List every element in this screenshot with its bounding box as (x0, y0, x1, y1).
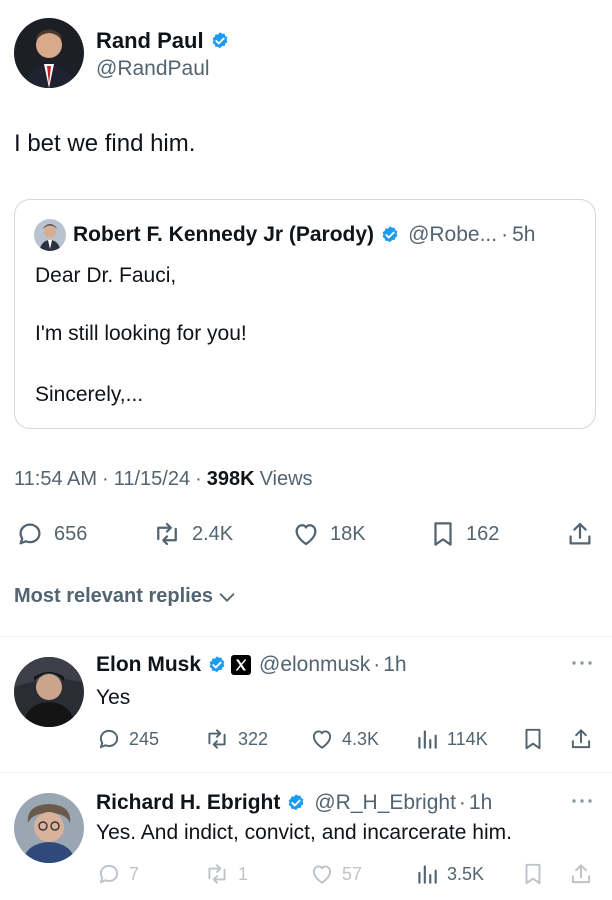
views-button[interactable]: 114K (414, 726, 488, 752)
bookmark-icon (525, 728, 541, 750)
separator-dot: · (458, 791, 466, 814)
tweet-text: I bet we find him. (14, 130, 196, 157)
views-icon (418, 730, 437, 749)
repost-button[interactable]: 2.4K (150, 519, 233, 549)
more-options-button[interactable] (570, 795, 594, 807)
bookmark-count: 162 (466, 522, 500, 545)
separator-dot: · (102, 468, 109, 490)
tweet-time[interactable]: 11:54 AM (14, 468, 97, 491)
reply-author-handle[interactable]: @R_H_Ebright (314, 791, 456, 815)
share-icon (571, 864, 591, 884)
verified-badge-icon (207, 655, 227, 675)
repost-count: 322 (238, 728, 269, 749)
bookmark-button[interactable] (520, 726, 546, 752)
separator-dot: · (195, 468, 202, 490)
repost-icon (208, 729, 226, 749)
views-count: 114K (447, 728, 488, 749)
more-icon (572, 661, 592, 665)
views-label: Views (259, 468, 313, 490)
reply-item[interactable]: Elon Musk @elonmusk · 1h Yes 245 322 4.3… (0, 637, 612, 772)
like-button[interactable]: 18K (290, 519, 366, 549)
reply-item[interactable]: Richard H. Ebright @R_H_Ebright · 1h Yes… (0, 773, 612, 900)
quoted-line-greeting: Dear Dr. Fauci, (35, 264, 177, 287)
like-icon (312, 865, 332, 884)
quoted-author-name: Robert F. Kennedy Jr (Parody) (73, 223, 375, 246)
like-count: 57 (342, 863, 363, 884)
reply-icon (99, 864, 119, 884)
reply-text: Yes. And indict, convict, and incarcerat… (96, 821, 512, 844)
share-icon (571, 729, 591, 749)
x-logo-icon (231, 655, 252, 675)
share-button[interactable] (568, 726, 594, 752)
separator-dot: · (373, 653, 381, 676)
bookmark-button[interactable]: 162 (428, 519, 499, 549)
verified-badge-icon (286, 793, 306, 813)
author-name[interactable]: Rand Paul (96, 28, 204, 54)
repost-icon (208, 864, 226, 884)
reply-timestamp[interactable]: 1h (383, 653, 406, 677)
verified-badge-icon (380, 225, 400, 245)
reply-avatar[interactable] (14, 657, 84, 727)
chevron-down-icon (219, 592, 235, 602)
repost-button[interactable]: 322 (203, 726, 268, 752)
reply-icon (19, 523, 41, 545)
like-icon (312, 730, 332, 749)
bookmark-icon (434, 522, 452, 546)
quoted-line-body: I'm still looking for you! (35, 322, 247, 345)
like-icon (295, 524, 317, 546)
views-count: 3.5K (447, 863, 485, 884)
reply-author-name[interactable]: Elon Musk (96, 653, 201, 677)
repost-count: 1 (238, 863, 249, 884)
share-icon (569, 522, 591, 545)
reply-author-handle[interactable]: @elonmusk (259, 653, 370, 677)
author-avatar[interactable] (14, 18, 84, 88)
reply-count: 245 (129, 728, 160, 749)
share-button[interactable] (568, 861, 594, 887)
reply-button[interactable]: 245 (96, 726, 159, 752)
sort-label: Most relevant replies (14, 585, 213, 607)
replies-sort-toggle[interactable]: Most relevant replies (14, 585, 238, 608)
like-button[interactable]: 4.3K (309, 726, 379, 752)
verified-badge-icon (210, 31, 230, 51)
quoted-timestamp: 5h (512, 223, 536, 246)
bookmark-button[interactable] (520, 861, 546, 887)
tweet-date[interactable]: 11/15/24 (114, 468, 190, 491)
reply-icon (99, 729, 119, 749)
repost-icon (157, 522, 177, 546)
bookmark-icon (525, 863, 541, 885)
more-options-button[interactable] (570, 657, 594, 669)
quoted-line-closing: Sincerely,... (35, 383, 144, 406)
views-count: 398K (206, 468, 255, 490)
reply-timestamp[interactable]: 1h (469, 791, 492, 815)
more-icon (572, 799, 592, 803)
reply-button[interactable]: 656 (14, 519, 87, 549)
quoted-tweet-card[interactable]: Robert F. Kennedy Jr (Parody) @Robe... ·… (14, 199, 596, 429)
reply-button[interactable]: 7 (96, 861, 139, 887)
reply-avatar[interactable] (14, 793, 84, 863)
like-button[interactable]: 57 (309, 861, 362, 887)
like-count: 18K (330, 522, 366, 545)
reply-author-name[interactable]: Richard H. Ebright (96, 791, 280, 815)
reply-count: 656 (54, 522, 88, 545)
repost-count: 2.4K (192, 522, 234, 545)
author-handle[interactable]: @RandPaul (96, 57, 210, 81)
quoted-author-handle: @Robe... (408, 223, 498, 246)
share-button[interactable] (565, 519, 595, 549)
repost-button[interactable]: 1 (203, 861, 248, 887)
separator-dot: · (501, 223, 509, 246)
views-button[interactable]: 3.5K (414, 861, 484, 887)
quoted-author-avatar (34, 219, 66, 251)
reply-count: 7 (129, 863, 140, 884)
like-count: 4.3K (342, 728, 380, 749)
views-icon (418, 865, 437, 884)
reply-text: Yes (96, 686, 131, 709)
